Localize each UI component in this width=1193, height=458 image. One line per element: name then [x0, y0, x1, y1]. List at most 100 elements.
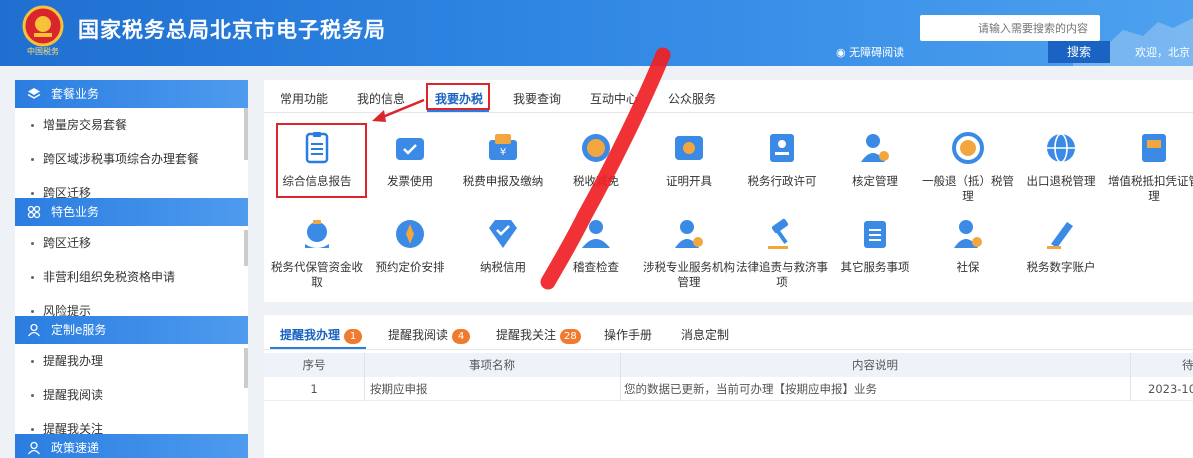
- service-label: 核定管理: [852, 174, 898, 188]
- sidebar-item[interactable]: 跨区迁移: [15, 226, 248, 260]
- tab-separator: [264, 349, 1193, 350]
- service-label: 税收减免: [573, 174, 619, 188]
- grid-icon: [27, 205, 41, 219]
- count-badge: 1: [344, 329, 363, 344]
- sidebar-scrollbar[interactable]: [244, 348, 248, 388]
- sidebar-item[interactable]: 跨区域涉税事项综合办理套餐: [15, 142, 248, 176]
- sidebar-item[interactable]: 增量房交易套餐: [15, 108, 248, 142]
- service-permit[interactable]: 税务行政许可: [736, 130, 828, 189]
- sidebar-scrollbar[interactable]: [244, 230, 248, 266]
- sidebar: 套餐业务 增量房交易套餐 跨区域涉税事项综合办理套餐 跨区迁移 特色业务 跨区迁…: [15, 80, 248, 458]
- column-divider: [620, 353, 621, 401]
- service-other[interactable]: 其它服务事项: [829, 216, 921, 275]
- service-label: 发票使用: [387, 174, 433, 188]
- service-fund-custody[interactable]: 税务代保管资金收取: [271, 216, 363, 290]
- column-divider: [364, 353, 365, 401]
- service-label: 涉税专业服务机构管理: [643, 260, 735, 289]
- services-panel: 常用功能 我的信息 我要办税 我要查询 互动中心 公众服务 综合信息报告 发票使…: [264, 80, 1193, 302]
- service-legal-remedy[interactable]: 法律追责与救济事项: [736, 216, 828, 290]
- sidebar-item[interactable]: 非营利组织免税资格申请: [15, 260, 248, 294]
- tab-remind-follow[interactable]: 提醒我关注 28: [496, 326, 581, 344]
- pen-icon: [1047, 222, 1073, 249]
- sidebar-item[interactable]: 提醒我阅读: [15, 378, 248, 412]
- service-label: 纳税信用: [480, 260, 526, 274]
- service-invoice[interactable]: 发票使用: [364, 130, 456, 189]
- service-professional-agency[interactable]: 涉税专业服务机构管理: [643, 216, 735, 290]
- service-credit[interactable]: 纳税信用: [457, 216, 549, 275]
- service-label: 一般退（抵）税管理: [922, 174, 1014, 203]
- service-label: 税务数字账户: [1026, 260, 1096, 274]
- service-export-refund[interactable]: 出口退税管理: [1015, 130, 1107, 189]
- table-header: 序号 事项名称 内容说明 待: [264, 353, 1193, 377]
- column-header: 序号: [302, 358, 326, 372]
- coin-icon: [582, 134, 610, 162]
- sidebar-section-label: 特色业务: [51, 205, 100, 219]
- tab-label: 提醒我阅读: [388, 328, 449, 342]
- user-gear-icon: [861, 134, 889, 162]
- service-vat-credit[interactable]: 增值税抵扣凭证管理: [1108, 130, 1193, 204]
- service-refund[interactable]: 一般退（抵）税管理: [922, 130, 1014, 204]
- sidebar-section-label: 政策速递: [51, 441, 100, 455]
- active-tab-underline: [427, 110, 489, 112]
- service-label: 法律追责与救济事项: [736, 260, 828, 289]
- search-input[interactable]: [920, 15, 1100, 41]
- tab-message-custom[interactable]: 消息定制: [681, 326, 729, 343]
- svg-text:¥: ¥: [500, 147, 506, 158]
- tab-separator: [264, 112, 1193, 113]
- reminder-panel: 提醒我办理 1 提醒我阅读 4 提醒我关注 28 操作手册 消息定制 序号 事项名称 …: [264, 315, 1193, 458]
- site-header: 中国税务 国家税务总局北京市电子税务局 搜索 ◉ 无障碍阅读 欢迎，北京: [0, 0, 1193, 66]
- table-cell: 您的数据已更新，当前可办理【按期应申报】业务: [624, 382, 877, 396]
- accessible-reading-link[interactable]: ◉ 无障碍阅读: [836, 44, 904, 60]
- table-cell: 1: [310, 382, 318, 396]
- site-title: 国家税务总局北京市电子税务局: [78, 18, 386, 42]
- refund-icon: [952, 132, 984, 164]
- tax-emblem-icon: 中国税务: [22, 5, 64, 56]
- column-header: 待: [1182, 358, 1193, 372]
- service-label: 证明开具: [666, 174, 712, 188]
- tab-remind-read[interactable]: 提醒我阅读 4: [388, 326, 471, 344]
- service-declaration[interactable]: ¥ 税费申报及缴纳: [457, 130, 549, 189]
- sidebar-section-package[interactable]: 套餐业务: [15, 80, 248, 108]
- user-icon: [27, 441, 41, 455]
- service-label: 出口退税管理: [1026, 174, 1096, 188]
- id-card-icon: [770, 134, 794, 162]
- money-bag-icon: [305, 220, 329, 248]
- table-cell: 2023-10: [1148, 382, 1193, 396]
- service-label: 其它服务事项: [840, 260, 910, 274]
- service-label: 稽查检查: [573, 260, 619, 274]
- column-header: 内容说明: [852, 358, 898, 372]
- accessible-reading-label: 无障碍阅读: [849, 46, 905, 59]
- service-inspection[interactable]: 稽查检查: [550, 216, 642, 275]
- sidebar-section-feature[interactable]: 特色业务: [15, 198, 248, 226]
- table-cell[interactable]: 按期应申报: [370, 377, 620, 401]
- tab-common[interactable]: 常用功能: [280, 90, 328, 107]
- service-pricing-arrangement[interactable]: 预约定价安排: [364, 216, 456, 275]
- tab-highlight-box: [426, 83, 490, 110]
- tab-label: 提醒我关注: [496, 328, 557, 342]
- tab-interaction[interactable]: 互动中心: [590, 90, 638, 107]
- vat-ticket-icon: [1142, 134, 1166, 162]
- inspector-icon: [582, 220, 610, 248]
- service-label: 税务行政许可: [747, 174, 817, 188]
- sidebar-item[interactable]: 提醒我办理: [15, 344, 248, 378]
- service-digital-account[interactable]: 税务数字账户: [1015, 216, 1107, 275]
- clipboard-icon: [864, 221, 886, 248]
- search-button[interactable]: 搜索: [1048, 41, 1110, 63]
- service-label: 增值税抵扣凭证管理: [1108, 174, 1193, 203]
- sidebar-section-custom[interactable]: 定制e服务: [15, 316, 248, 344]
- sidebar-section-label: 定制e服务: [51, 323, 107, 337]
- service-certificate[interactable]: 证明开具: [643, 130, 735, 189]
- tab-public[interactable]: 公众服务: [668, 90, 716, 107]
- sidebar-scrollbar[interactable]: [244, 108, 248, 160]
- table-row[interactable]: 1 按期应申报 您的数据已更新，当前可办理【按期应申报】业务 2023-10: [264, 377, 1193, 401]
- sidebar-section-policy[interactable]: 政策速递: [15, 434, 248, 458]
- tab-manual[interactable]: 操作手册: [604, 326, 652, 343]
- tab-query[interactable]: 我要查询: [513, 90, 561, 107]
- service-highlight-box: [276, 123, 367, 198]
- service-assessment[interactable]: 核定管理: [829, 130, 921, 189]
- tab-remind-handle[interactable]: 提醒我办理 1: [280, 326, 363, 344]
- invoice-icon: [396, 138, 424, 160]
- service-tax-relief[interactable]: 税收减免: [550, 130, 642, 189]
- service-social-security[interactable]: 社保: [922, 216, 1014, 275]
- tab-my-info[interactable]: 我的信息: [357, 90, 405, 107]
